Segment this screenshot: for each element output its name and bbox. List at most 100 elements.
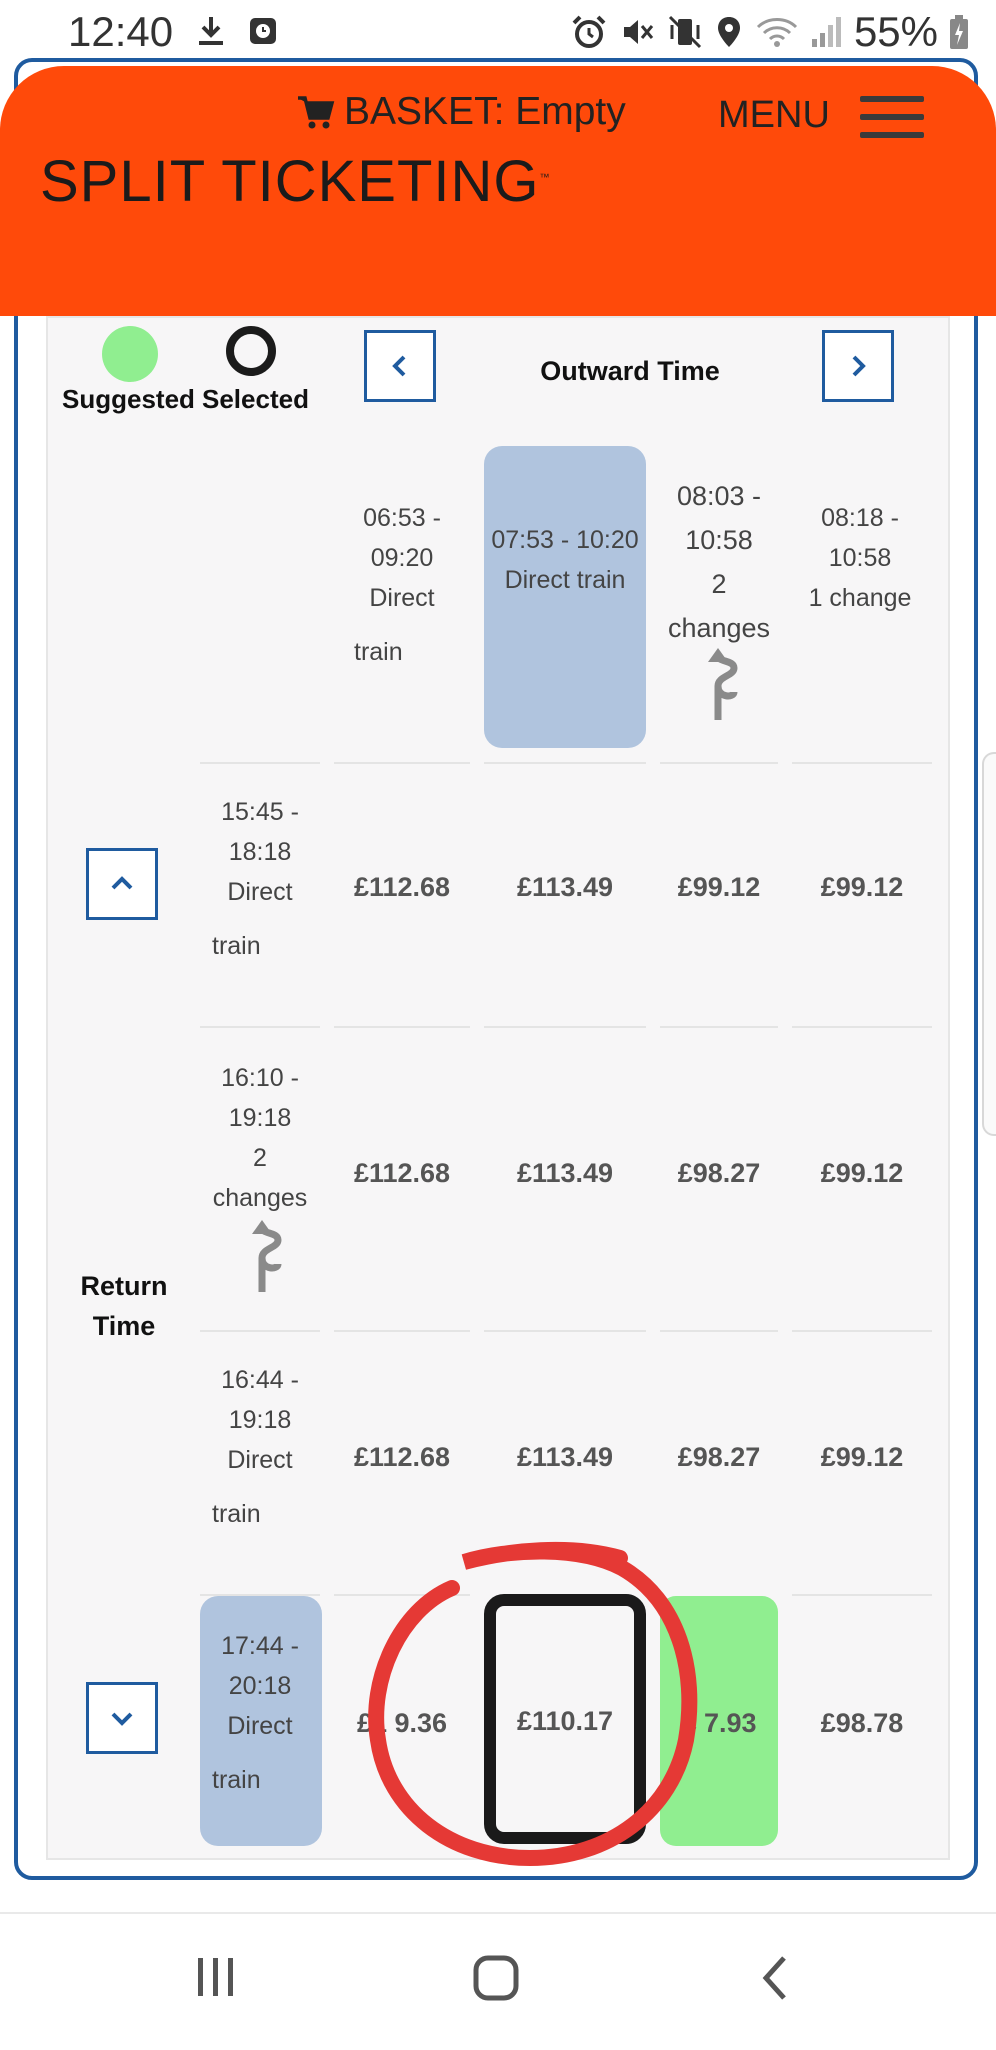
chevron-right-icon: [852, 355, 866, 377]
outward-col-3-line: 10:58: [685, 525, 753, 555]
vibrate-icon: [668, 15, 701, 49]
fare-cell[interactable]: £99.12: [792, 1158, 932, 1189]
outward-col-4-line: 10:58: [828, 544, 892, 572]
fare-cell[interactable]: £112.68: [334, 872, 470, 903]
legend-suggested-label: Suggested: [62, 384, 195, 414]
brand-logo[interactable]: SPLIT TICKETING™: [40, 148, 551, 215]
row-divider: [484, 1330, 646, 1332]
return-row-3-line: 19:18: [228, 1406, 292, 1434]
row-divider: [200, 1594, 320, 1596]
outward-prev-button[interactable]: [364, 330, 436, 402]
return-row-4-time[interactable]: 17:44 - 20:18 Direct train: [198, 1626, 322, 1800]
outward-col-3-line: 08:03 -: [676, 481, 762, 511]
fare-cell[interactable]: £98.27: [660, 1442, 778, 1473]
return-row-2-line: changes: [212, 1184, 308, 1212]
android-nav-bar: [0, 1912, 996, 2050]
outward-col-1-line: train: [354, 638, 403, 666]
fare-cell-suggested[interactable]: £ 7.93: [660, 1708, 778, 1739]
fare-cell[interactable]: £1 9.36: [334, 1708, 470, 1739]
return-row-4-line: 20:18: [228, 1672, 292, 1700]
row-divider: [792, 1594, 932, 1596]
return-title-line: Return: [80, 1271, 168, 1301]
return-row-1-line: 18:18: [228, 838, 292, 866]
brand-text: SPLIT TICKETING: [40, 149, 540, 214]
changes-icon: [252, 1220, 282, 1292]
row-divider: [792, 762, 932, 764]
menu-button[interactable]: MENU: [718, 94, 830, 137]
return-row-4-line: Direct: [227, 1712, 293, 1740]
fare-cell[interactable]: £113.49: [484, 872, 646, 903]
return-row-2-line: 16:10 -: [221, 1064, 299, 1092]
outward-col-2[interactable]: 07:53 - 10:20 Direct train: [484, 520, 646, 600]
mute-icon: [623, 20, 654, 44]
hamburger-icon[interactable]: [860, 96, 924, 138]
return-row-2-line: 19:18: [228, 1104, 292, 1132]
wifi-icon: [756, 18, 797, 47]
chevron-left-icon: [392, 355, 406, 377]
row-divider: [792, 1330, 932, 1332]
return-row-2-time[interactable]: 16:10 - 19:18 2 changes: [198, 1058, 322, 1218]
changes-icon: [708, 648, 738, 720]
download-icon: [199, 17, 223, 45]
fare-cell[interactable]: £99.12: [792, 1442, 932, 1473]
outward-col-1-line: 09:20: [370, 544, 434, 572]
fare-cell[interactable]: £98.78: [792, 1708, 932, 1739]
row-divider: [660, 762, 778, 764]
return-row-3-time[interactable]: 16:44 - 19:18 Direct train: [198, 1360, 322, 1534]
return-row-3-line: 16:44 -: [221, 1366, 299, 1394]
home-icon[interactable]: [472, 1954, 520, 2002]
chevron-up-icon: [111, 876, 133, 890]
status-bar: 12:40 55%: [0, 0, 996, 66]
row-divider: [334, 1330, 470, 1332]
signal-icon: [811, 17, 841, 47]
return-row-1-line: train: [212, 932, 261, 960]
return-row-1-time[interactable]: 15:45 - 18:18 Direct train: [198, 792, 322, 966]
basket-label: BASKET: Empty: [344, 90, 626, 133]
row-divider: [484, 762, 646, 764]
basket-link[interactable]: BASKET: Empty: [296, 90, 626, 134]
chevron-down-icon: [111, 1712, 133, 1726]
recent-apps-icon[interactable]: [194, 1954, 238, 2000]
outward-col-3-line: 2: [711, 569, 727, 599]
selected-ring-icon: [226, 326, 276, 376]
status-right: 55%: [570, 8, 970, 56]
row-divider: [200, 762, 320, 764]
return-row-1-line: Direct: [227, 878, 293, 906]
fare-cell[interactable]: £112.68: [334, 1158, 470, 1189]
fare-cell[interactable]: £113.49: [484, 1158, 646, 1189]
fare-cell[interactable]: £99.12: [660, 872, 778, 903]
outward-next-button[interactable]: [822, 330, 894, 402]
return-row-2-line: 2: [253, 1144, 267, 1172]
location-icon: [717, 17, 740, 47]
row-divider: [792, 1026, 932, 1028]
outward-col-3[interactable]: 08:03 - 10:58 2 changes: [656, 474, 782, 650]
outward-col-4[interactable]: 08:18 - 10:58 1 change: [790, 498, 930, 618]
row-divider: [334, 1594, 470, 1596]
outward-col-1-line: 06:53 -: [363, 504, 441, 532]
return-prev-button[interactable]: [86, 848, 158, 920]
outward-col-4-line: 08:18 -: [821, 504, 899, 532]
row-divider: [660, 1330, 778, 1332]
cart-icon: [298, 96, 335, 129]
fare-cell-selected[interactable]: £110.17: [484, 1706, 646, 1737]
row-divider: [334, 1026, 470, 1028]
outward-col-1[interactable]: 06:53 - 09:20 Direct train: [336, 498, 468, 672]
back-icon[interactable]: [758, 1954, 792, 2002]
battery-icon: [950, 15, 968, 49]
page-scrollbar[interactable]: [982, 752, 996, 1136]
alarm-icon: [572, 15, 606, 48]
row-divider: [200, 1330, 320, 1332]
battery-percent: 55%: [853, 8, 938, 55]
outward-col-3-line: changes: [667, 613, 771, 643]
fare-cell[interactable]: £98.27: [660, 1158, 778, 1189]
outward-col-4-line: 1 change: [808, 584, 912, 612]
legend-selected-label: Selected: [202, 384, 309, 414]
brand-trademark: ™: [539, 172, 551, 184]
fare-cell[interactable]: £113.49: [484, 1442, 646, 1473]
return-next-button[interactable]: [86, 1682, 158, 1754]
suggested-dot-icon: [102, 326, 158, 382]
fare-cell[interactable]: £112.68: [334, 1442, 470, 1473]
return-row-4-line: train: [212, 1766, 261, 1794]
return-row-3-line: train: [212, 1500, 261, 1528]
fare-cell[interactable]: £99.12: [792, 872, 932, 903]
